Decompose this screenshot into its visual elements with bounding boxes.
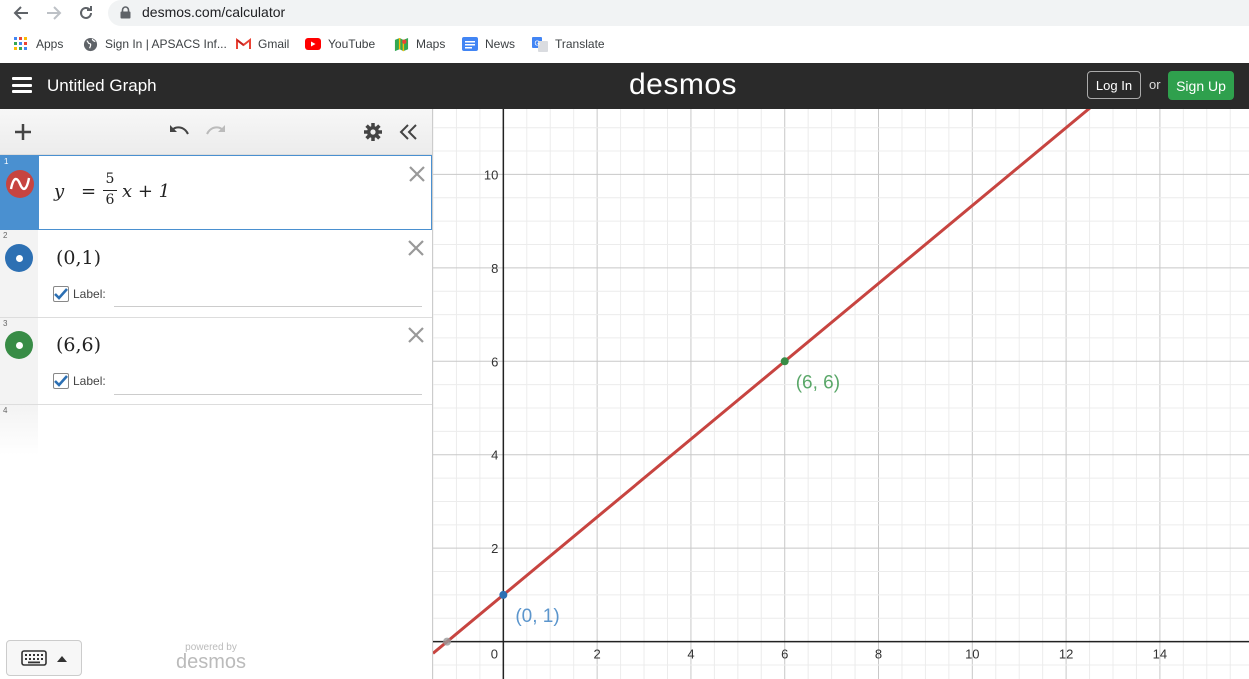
youtube-icon — [305, 36, 321, 52]
delete-expression-icon[interactable] — [405, 237, 427, 259]
x-tick-label: 10 — [965, 647, 979, 662]
news-icon — [462, 36, 478, 52]
point-expression: (6,6) — [56, 334, 102, 356]
menu-icon[interactable] — [12, 77, 32, 93]
x-tick-label: 14 — [1153, 647, 1167, 662]
expression-row-1[interactable]: 1 y = 5 6 x + 1 — [0, 155, 432, 230]
bookmark-gmail[interactable]: Gmail — [235, 35, 289, 53]
undo-icon[interactable] — [166, 119, 192, 145]
checkbox-checked-icon[interactable] — [53, 286, 69, 302]
browser-toolbar: desmos.com/calculator — [0, 0, 1249, 26]
keyboard-icon — [21, 650, 47, 666]
label-toggle[interactable]: Label: — [53, 373, 106, 389]
signup-button[interactable]: Sign Up — [1168, 71, 1234, 100]
line-graph-icon[interactable] — [6, 170, 34, 198]
url-text[interactable]: desmos.com/calculator — [142, 4, 285, 20]
desmos-logo: desmos — [629, 68, 738, 101]
expression-row-3[interactable]: 3 (6,6) Label: — [0, 318, 432, 405]
bookmark-youtube[interactable]: YouTube — [305, 35, 375, 53]
graph-canvas[interactable]: 024681012141246810(0, 1)(6, 6) — [433, 109, 1249, 679]
data-point — [780, 357, 789, 366]
expression-row-4[interactable]: 4 — [0, 405, 432, 455]
point-label: (6, 6) — [796, 372, 840, 393]
data-point — [499, 590, 508, 599]
y-tick-label: 10 — [484, 167, 498, 182]
fraction-bar — [103, 190, 117, 191]
x-tick-label: 4 — [687, 647, 694, 662]
apps-grid-icon — [13, 36, 29, 52]
point-expression: (0,1) — [56, 247, 102, 269]
add-item-icon[interactable] — [10, 119, 36, 145]
equation-lhs: y — [54, 181, 65, 202]
gmail-icon — [235, 36, 251, 52]
expression-gutter: 1 — [1, 156, 39, 229]
equation-equals: = — [81, 181, 97, 202]
bookmark-news[interactable]: News — [462, 35, 515, 53]
redo-icon[interactable] — [203, 119, 229, 145]
reload-icon[interactable] — [74, 1, 98, 25]
x-tick-label: 2 — [594, 647, 601, 662]
expression-row-2[interactable]: 2 (0,1) Label: — [0, 230, 432, 318]
forward-arrow-icon[interactable] — [42, 1, 66, 25]
x-tick-label: 6 — [781, 647, 788, 662]
delete-expression-icon[interactable] — [405, 324, 427, 346]
desmos-header: Untitled Graph desmos Log In or Sign Up — [0, 63, 1249, 109]
settings-gear-icon[interactable] — [360, 119, 386, 145]
translate-icon: G — [532, 36, 548, 52]
delete-expression-icon[interactable] — [406, 163, 428, 185]
caret-up-icon — [57, 655, 67, 662]
graph-title[interactable]: Untitled Graph — [47, 76, 157, 96]
fraction-numerator: 5 — [105, 171, 115, 187]
powered-by-desmos: powered by desmos — [176, 642, 247, 673]
collapse-panel-icon[interactable] — [396, 119, 422, 145]
y-tick-label: 6 — [491, 354, 498, 369]
bookmark-apps[interactable]: Apps — [13, 35, 63, 53]
checkbox-checked-icon[interactable] — [53, 373, 69, 389]
y-tick-label: 2 — [491, 541, 498, 556]
login-button[interactable]: Log In — [1087, 71, 1141, 99]
expression-gutter: 3 — [0, 318, 38, 404]
expression-toolbar — [0, 109, 432, 155]
equation-rhs: x + 1 — [122, 181, 171, 202]
y-tick-label: 4 — [491, 448, 498, 463]
bookmark-maps[interactable]: Maps — [393, 35, 445, 53]
back-arrow-icon[interactable] — [9, 1, 33, 25]
globe-icon — [82, 36, 98, 52]
or-text: or — [1149, 77, 1161, 92]
point-icon[interactable] — [5, 331, 33, 359]
data-point — [443, 637, 452, 646]
bookmark-apsacs[interactable]: Sign In | APSACS Inf... — [82, 35, 227, 53]
x-tick-label: 12 — [1059, 647, 1073, 662]
maps-icon — [393, 36, 409, 52]
x-tick-label: 8 — [875, 647, 882, 662]
x-tick-label: 0 — [491, 647, 498, 662]
label-toggle[interactable]: Label: — [53, 286, 106, 302]
graph-svg[interactable]: 024681012141246810(0, 1)(6, 6) — [433, 109, 1249, 679]
y-tick-label: 8 — [491, 261, 498, 276]
lock-icon — [120, 6, 131, 24]
expression-gutter: 4 — [0, 405, 38, 455]
svg-text:G: G — [535, 40, 540, 47]
label-input[interactable] — [114, 394, 422, 395]
point-icon[interactable] — [5, 244, 33, 272]
bookmark-translate[interactable]: G Translate — [532, 35, 605, 53]
expression-panel: 1 y = 5 6 x + 1 2 (0,1) Label: 3 (6,6) L… — [0, 109, 433, 679]
point-label: (0, 1) — [515, 606, 559, 627]
expression-gutter: 2 — [0, 230, 38, 317]
fraction-denominator: 6 — [105, 192, 115, 208]
bookmarks-bar: Apps Sign In | APSACS Inf... Gmail YouTu… — [0, 30, 1249, 58]
label-input[interactable] — [114, 306, 422, 307]
keyboard-toggle-button[interactable] — [6, 640, 82, 676]
